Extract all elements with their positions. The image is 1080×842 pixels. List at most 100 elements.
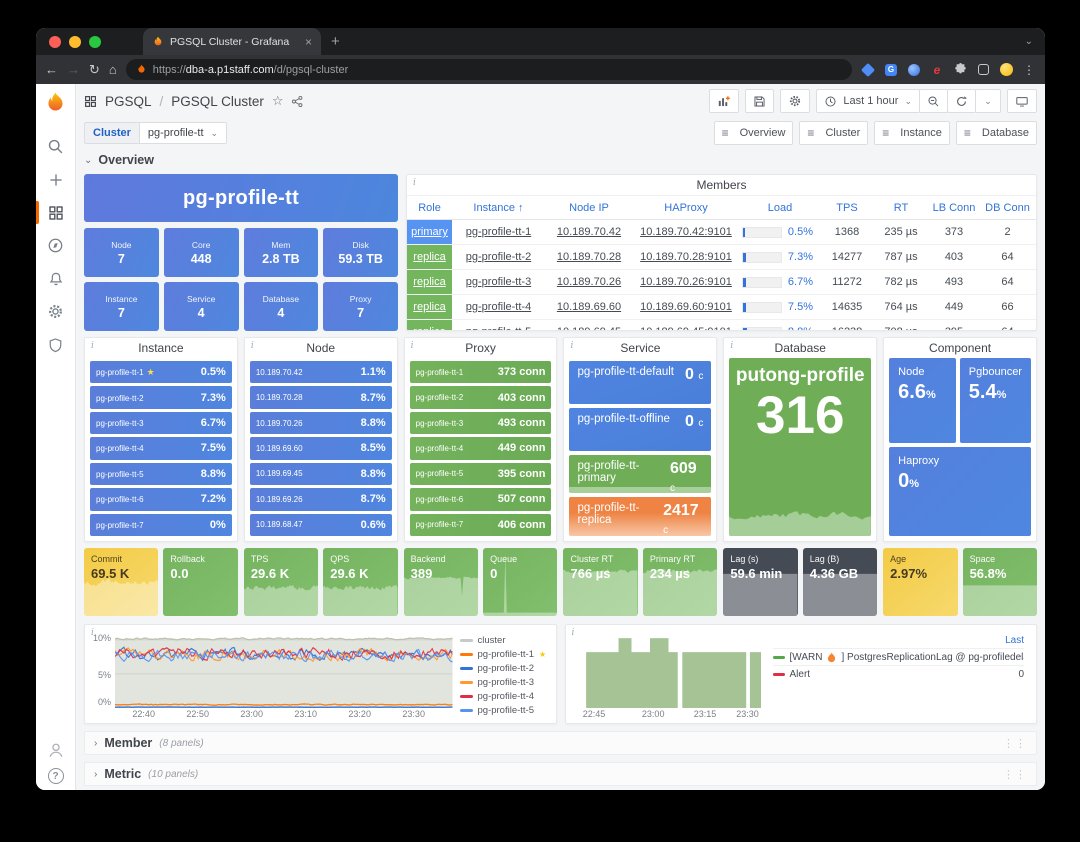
legend-item[interactable]: pg-profile-tt-4 [460,689,550,703]
overview-section-header[interactable]: ⌄ Overview [84,150,1037,170]
translate-icon[interactable]: G [884,63,898,77]
component-tile[interactable]: Pgbouncer 5.4% [960,358,1031,443]
node-row[interactable]: 10.189.69.268.7% [250,488,392,510]
sidebar-item-profile[interactable] [47,741,65,759]
quick-nav-button[interactable]: Overview [714,121,794,145]
cluster-stat-tile[interactable]: Database 4 [244,282,319,331]
legend-item[interactable]: pg-profile-tt-5 [460,703,550,717]
node-row[interactable]: 10.189.70.421.1% [250,361,392,383]
puzzle-icon[interactable] [953,63,967,77]
cluster-stat-tile[interactable]: Disk 59.3 TB [323,228,398,277]
proxy-row[interactable]: pg-profile-tt-1373 conn [410,361,552,383]
role-badge[interactable]: primary [407,220,452,244]
haproxy-link[interactable]: 10.189.70.28:9101 [633,245,739,270]
drag-grip-icon[interactable]: ⋮⋮ [1003,737,1027,750]
cluster-stat-tile[interactable]: Node 7 [84,228,159,277]
panel-info-icon[interactable]: i [413,178,416,188]
node-row[interactable]: 10.189.69.608.5% [250,437,392,459]
panel-info-icon[interactable]: i [91,341,94,351]
node-ip-link[interactable]: 10.189.70.42 [545,220,633,245]
node-row[interactable]: 10.189.70.268.8% [250,412,392,434]
instance-row[interactable]: pg-profile-tt-27.3% [90,386,232,408]
timeseries-plot[interactable] [115,633,453,708]
panel-info-icon[interactable]: i [251,341,254,351]
haproxy-link[interactable]: 10.189.69.60:9101 [633,295,739,320]
proxy-row[interactable]: pg-profile-tt-3493 conn [410,412,552,434]
drag-grip-icon[interactable]: ⋮⋮ [1003,768,1027,781]
minimize-window-button[interactable] [69,36,81,48]
red-e-icon[interactable]: e [930,63,944,77]
node-ip-link[interactable]: 10.189.69.45 [545,320,633,331]
grafana-logo[interactable] [43,91,68,116]
breadcrumb-folder[interactable]: PGSQL [105,94,152,109]
node-row[interactable]: 10.189.70.288.7% [250,386,392,408]
haproxy-link[interactable]: 10.189.70.42:9101 [633,220,739,245]
sidebar-item-create[interactable] [36,163,76,196]
instance-row[interactable]: pg-profile-tt-47.5% [90,437,232,459]
panel-info-icon[interactable]: i [572,628,575,638]
haproxy-link[interactable]: 10.189.69.45:9101 [633,320,739,331]
reload-icon[interactable]: ↻ [89,63,100,76]
legend-item[interactable]: pg-profile-tt-1 ★ [460,647,550,661]
tab-close-icon[interactable]: × [305,35,312,49]
collapsed-section-row[interactable]: › Member (8 panels) ⋮⋮ [84,731,1037,755]
service-tile[interactable]: pg-profile-tt-replica 2417 c [569,497,711,536]
database-stat[interactable]: putong-profile 316 [729,358,871,536]
legend-item[interactable]: cluster [460,633,550,647]
column-header[interactable]: DB Conn [979,196,1036,220]
menu-dots-icon[interactable]: ⋮ [1022,63,1036,77]
alert-legend-row[interactable]: Alert 0 [773,665,1025,682]
sidebar-item-configuration[interactable] [36,295,76,328]
globe-icon[interactable] [907,63,921,77]
home-icon[interactable]: ⌂ [109,63,117,76]
instance-link[interactable]: pg-profile-tt-1 [452,220,545,245]
role-badge[interactable]: replica [407,295,452,319]
reading-list-icon[interactable] [976,63,990,77]
sidebar-item-dashboards[interactable] [36,196,76,229]
column-header[interactable]: Role [407,196,452,220]
proxy-row[interactable]: pg-profile-tt-6507 conn [410,488,552,510]
instance-link[interactable]: pg-profile-tt-4 [452,295,545,320]
instance-row[interactable]: pg-profile-tt-1★0.5% [90,361,232,383]
instance-link[interactable]: pg-profile-tt-2 [452,245,545,270]
alert-legend-row[interactable]: [WARN] PostgresReplicationLag @ pg-profi… [773,648,1025,665]
cluster-stat-tile[interactable]: Mem 2.8 TB [244,228,319,277]
quick-nav-button[interactable]: Cluster [799,121,868,145]
panel-info-icon[interactable]: i [570,341,573,351]
node-row[interactable]: 10.189.69.458.8% [250,463,392,485]
column-header[interactable]: Node IP [545,196,633,220]
node-ip-link[interactable]: 10.189.70.26 [545,270,633,295]
instance-row[interactable]: pg-profile-tt-58.8% [90,463,232,485]
zoom-window-button[interactable] [89,36,101,48]
forward-icon[interactable]: → [67,63,80,76]
cluster-stat-tile[interactable]: Proxy 7 [323,282,398,331]
address-bar[interactable]: https://dba-a.p1staff.com/d/pgsql-cluste… [126,59,852,80]
proxy-row[interactable]: pg-profile-tt-7406 conn [410,514,552,536]
sidebar-item-explore[interactable] [36,229,76,262]
quick-nav-button[interactable]: Database [956,121,1037,145]
service-tile[interactable]: pg-profile-tt-default 0 c [569,361,711,404]
instance-link[interactable]: pg-profile-tt-3 [452,270,545,295]
add-panel-button[interactable] [709,89,739,113]
time-range-picker[interactable]: Last 1 hour ⌄ [816,89,920,113]
zoom-out-time-button[interactable] [919,89,948,113]
legend-item[interactable]: pg-profile-tt-3 [460,675,550,689]
legend-item[interactable]: pg-profile-tt-2 [460,661,550,675]
node-ip-link[interactable]: 10.189.69.60 [545,295,633,320]
instance-row[interactable]: pg-profile-tt-36.7% [90,412,232,434]
new-tab-button[interactable]: + [331,33,340,50]
sidebar-item-alerting[interactable] [36,262,76,295]
proxy-row[interactable]: pg-profile-tt-4449 conn [410,437,552,459]
collapsed-section-row[interactable]: › Metric (10 panels) ⋮⋮ [84,762,1037,786]
instance-link[interactable]: pg-profile-tt-5 [452,320,545,331]
column-header[interactable]: LB Conn [929,196,979,220]
component-tile[interactable]: Node 6.6% [889,358,956,443]
proxy-row[interactable]: pg-profile-tt-2403 conn [410,386,552,408]
proxy-row[interactable]: pg-profile-tt-5395 conn [410,463,552,485]
gem-icon[interactable] [861,63,875,77]
panel-info-icon[interactable]: i [411,341,414,351]
sidebar-item-server-admin[interactable] [36,328,76,361]
share-icon[interactable] [291,95,304,108]
profile-avatar-icon[interactable] [999,63,1013,77]
panel-info-icon[interactable]: i [730,341,733,351]
